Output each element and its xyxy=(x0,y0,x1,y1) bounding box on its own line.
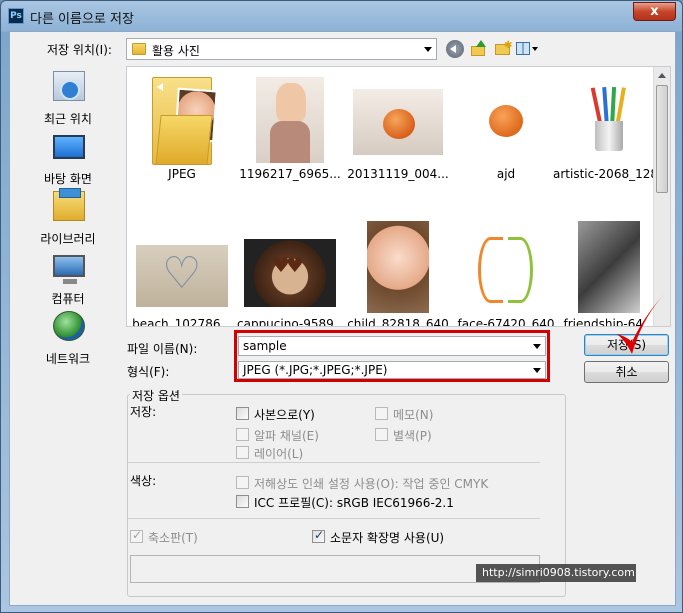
file-item[interactable]: artistic-2068_1280 xyxy=(553,67,665,187)
file-name: child_82818_640 xyxy=(347,317,449,327)
save-location-label: 저장 위치(I): xyxy=(47,43,112,57)
file-item[interactable]: face-67420_640 xyxy=(453,217,559,327)
view-menu-icon[interactable] xyxy=(516,40,540,58)
title-bar[interactable]: Ps 다른 이름으로 저장 x xyxy=(1,1,682,31)
format-label: 형식(F): xyxy=(127,365,170,379)
place-computer[interactable]: 컴퓨터 xyxy=(18,249,118,309)
save-as-dialog: Ps 다른 이름으로 저장 x 저장 위치(I): 활용 사진 ✱ 최근 위치 … xyxy=(0,0,683,613)
checkbox-box[interactable] xyxy=(375,407,388,420)
file-name: beach_102786... xyxy=(132,317,232,327)
file-item[interactable]: 20131119_004... xyxy=(345,67,451,187)
file-item[interactable]: 1196217_6965... xyxy=(237,67,343,187)
image-thumbnail xyxy=(470,223,542,311)
checkbox-box[interactable] xyxy=(130,528,143,543)
checkbox-label: 알파 채널(E) xyxy=(254,429,319,443)
place-recent[interactable]: 최근 위치 xyxy=(18,69,118,129)
checkbox-box[interactable] xyxy=(236,495,249,508)
checkbox-box[interactable] xyxy=(236,407,249,420)
red-checkmark-icon xyxy=(616,292,666,354)
place-label: 바탕 화면 xyxy=(44,172,92,186)
image-thumbnail xyxy=(461,89,551,155)
checkbox-box[interactable] xyxy=(236,446,249,459)
place-label: 컴퓨터 xyxy=(51,292,85,306)
image-thumbnail xyxy=(367,221,429,313)
up-folder-icon[interactable] xyxy=(470,40,488,58)
checkbox-label: 소문자 확장명 사용(U) xyxy=(330,531,445,545)
save-sub-label: 저장: xyxy=(130,405,157,419)
divider xyxy=(128,462,540,463)
image-thumbnail xyxy=(579,75,639,161)
file-name: cappucino-9589... xyxy=(237,317,343,327)
recent-places-icon xyxy=(53,71,85,101)
place-label: 네트워크 xyxy=(45,352,91,366)
save-location-value: 활용 사진 xyxy=(152,44,200,58)
file-name: ajd xyxy=(496,167,516,181)
scrollbar-thumb[interactable] xyxy=(656,85,668,193)
place-network[interactable]: 네트워크 xyxy=(18,309,118,369)
place-libraries[interactable]: 라이브러리 xyxy=(18,188,118,249)
checkbox-label: ICC 프로필(C): sRGB IEC61966-2.1 xyxy=(254,496,454,510)
filename-label: 파일 이름(N): xyxy=(127,342,198,356)
file-item[interactable]: cappucino-9589... xyxy=(237,217,343,327)
file-item[interactable]: ajd xyxy=(453,67,559,187)
scroll-up-icon[interactable] xyxy=(658,73,666,78)
divider xyxy=(128,518,540,519)
image-thumbnail xyxy=(244,239,336,307)
checkbox-box[interactable] xyxy=(236,476,249,489)
file-item[interactable]: child_82818_640 xyxy=(345,217,451,327)
computer-icon xyxy=(53,255,85,284)
checkbox-label: 저해상도 인쇄 설정 사용(O): 작업 중인 CMYK xyxy=(254,477,489,491)
new-folder-icon[interactable]: ✱ xyxy=(494,40,512,58)
file-item[interactable]: JPEG xyxy=(129,67,235,187)
checkbox-box[interactable] xyxy=(375,428,388,441)
dialog-body: 저장 위치(I): 활용 사진 ✱ 최근 위치 바탕 화면 라이브러리 컴퓨터 … xyxy=(9,31,676,606)
color-sub-label: 색상: xyxy=(130,474,157,488)
checkbox-box[interactable] xyxy=(236,428,249,441)
window-title: 다른 이름으로 저장 xyxy=(30,12,134,27)
checkbox-label: 레이어(L) xyxy=(254,447,304,461)
chevron-down-icon xyxy=(424,47,432,52)
file-name: artistic-2068_1280 xyxy=(553,167,665,181)
close-button[interactable]: x xyxy=(633,2,676,21)
photoshop-app-icon: Ps xyxy=(8,8,24,24)
place-label: 최근 위치 xyxy=(44,112,92,126)
annotation-highlight-box xyxy=(234,330,550,382)
desktop-icon xyxy=(53,135,85,159)
file-name: 20131119_004... xyxy=(347,167,449,181)
file-name: JPEG xyxy=(168,167,196,181)
file-name: 1196217_6965... xyxy=(239,167,341,181)
checkbox-label: 축소판(T) xyxy=(148,531,198,545)
folder-thumbnail xyxy=(152,77,218,165)
image-thumbnail xyxy=(256,77,324,163)
checkbox-box[interactable] xyxy=(312,528,325,543)
save-options-title: 저장 옵션 xyxy=(130,387,182,404)
checkbox-label: 사본으로(Y) xyxy=(254,408,315,422)
place-label: 라이브러리 xyxy=(40,232,96,246)
save-location-dropdown[interactable]: 활용 사진 xyxy=(126,38,437,60)
checkbox-label: 별색(P) xyxy=(393,429,432,443)
checkbox-label: 메모(N) xyxy=(393,408,434,422)
file-item[interactable]: beach_102786... xyxy=(129,217,235,327)
image-thumbnail xyxy=(353,89,443,155)
file-name: face-67420_640 xyxy=(457,317,555,327)
image-thumbnail xyxy=(136,245,228,307)
folder-icon xyxy=(132,43,146,55)
watermark-url: http://simri0908.tistory.com xyxy=(476,564,636,582)
cancel-button[interactable]: 취소 xyxy=(584,361,669,383)
places-bar: 최근 위치 바탕 화면 라이브러리 컴퓨터 네트워크 xyxy=(18,69,118,366)
place-desktop[interactable]: 바탕 화면 xyxy=(18,129,118,189)
libraries-icon xyxy=(53,188,85,221)
file-list[interactable]: JPEG 1196217_6965... 20131119_004... ajd xyxy=(126,66,671,327)
back-icon[interactable] xyxy=(446,40,464,58)
network-icon xyxy=(53,311,85,341)
